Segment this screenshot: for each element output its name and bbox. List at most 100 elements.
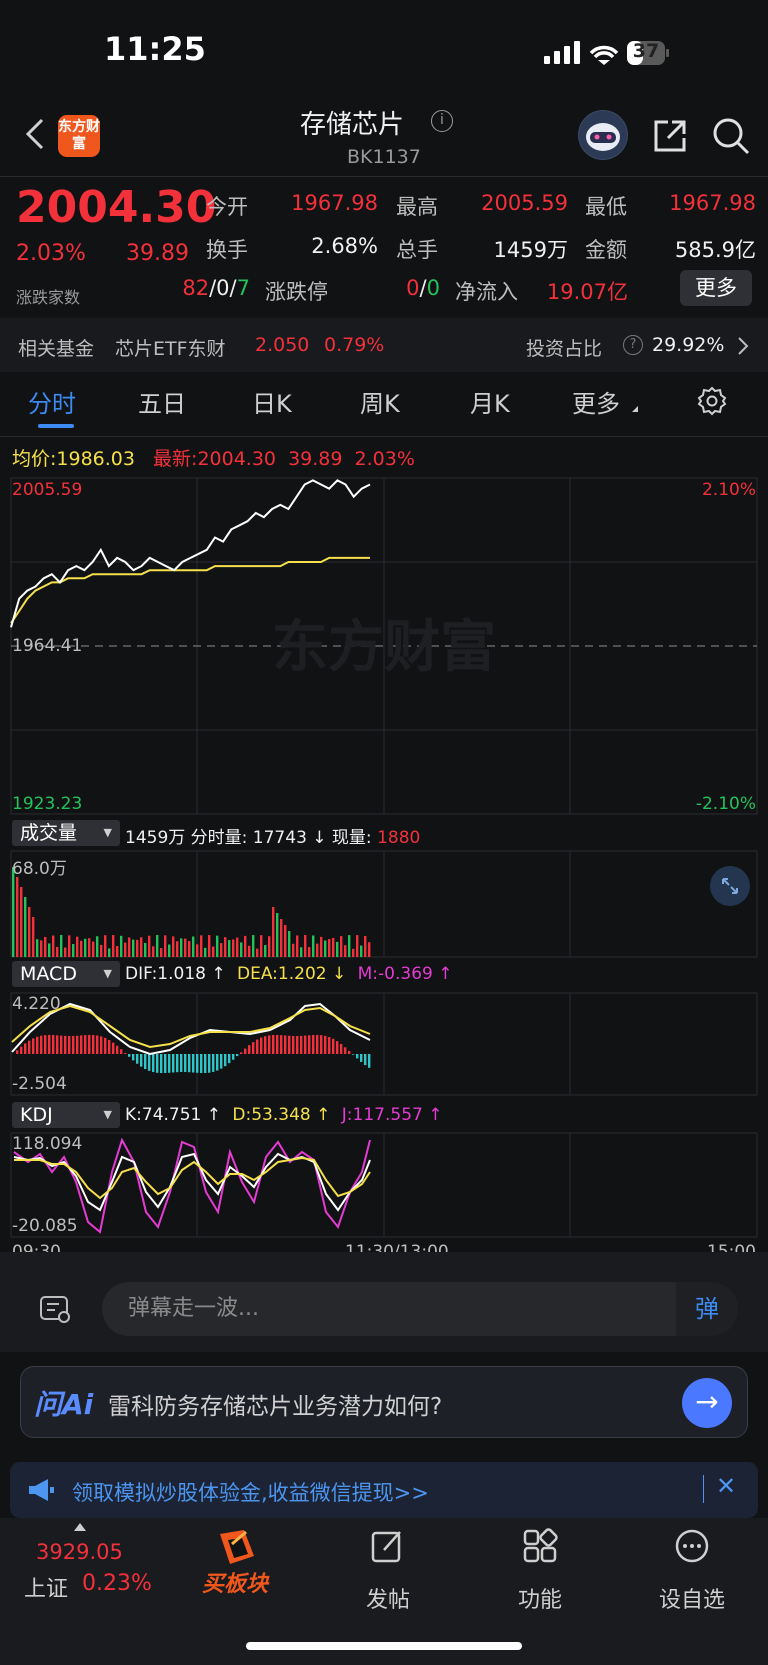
volume-bar <box>272 907 275 957</box>
low-value: 1967.98 <box>669 191 756 215</box>
macd-bar <box>76 1035 79 1054</box>
tab-monthly-k[interactable]: 月K <box>470 384 510 419</box>
share-icon[interactable] <box>650 116 690 156</box>
macd-chart[interactable] <box>0 992 768 1096</box>
macd-bar <box>352 1054 355 1055</box>
y-min-pct-label: -2.10% <box>695 794 756 814</box>
index-value[interactable]: 3929.05 <box>36 1540 123 1564</box>
macd-bar <box>32 1038 35 1054</box>
macd-bar <box>140 1054 143 1067</box>
function-label[interactable]: 功能 <box>518 1582 562 1614</box>
intraday-chart[interactable]: 东方财富 <box>0 476 768 816</box>
ratio-label: 投资占比 <box>526 338 603 360</box>
tab-five-day[interactable]: 五日 <box>138 384 186 419</box>
expand-icon <box>722 878 738 894</box>
danmu-send-button[interactable]: 弹 <box>676 1282 738 1336</box>
grid-icon[interactable] <box>522 1528 558 1564</box>
macd-bar <box>24 1043 27 1054</box>
danmu-input[interactable]: 弹幕走一波... <box>102 1282 708 1336</box>
ai-question[interactable]: 雷科防务存储芯片业务潜力如何? <box>108 1387 442 1421</box>
tab-daily-k[interactable]: 日K <box>252 384 292 419</box>
kdj-chart[interactable] <box>0 1132 768 1238</box>
info-icon[interactable]: i <box>431 110 453 132</box>
back-icon[interactable] <box>18 112 54 156</box>
macd-bar <box>204 1054 207 1074</box>
volume-bar <box>308 947 311 957</box>
volume-bar <box>176 941 179 957</box>
arrow-right-icon[interactable]: → <box>682 1378 732 1428</box>
settings-icon[interactable] <box>697 386 727 416</box>
volume-bar <box>52 935 55 957</box>
price-line <box>10 479 371 628</box>
kdj-k: K:74.751 ↑ <box>125 1105 222 1125</box>
macd-bar <box>44 1035 47 1054</box>
macd-bar <box>348 1050 351 1054</box>
macd-bar <box>164 1054 167 1074</box>
down-count: 7 <box>236 276 250 300</box>
close-icon[interactable]: ✕ <box>716 1472 736 1500</box>
expand-button[interactable] <box>710 866 750 906</box>
kdj-indicator-select[interactable]: KDJ ▼ <box>12 1102 120 1128</box>
index-pct[interactable]: 0.23% <box>82 1571 152 1596</box>
volume-bar <box>264 945 267 957</box>
macd-bar <box>360 1054 363 1062</box>
limit-count: 0/0 <box>406 276 440 300</box>
netflow-label: 净流入 <box>455 280 518 304</box>
post-label[interactable]: 发帖 <box>366 1582 410 1614</box>
macd-bar <box>64 1035 67 1054</box>
volume-bar <box>260 935 263 957</box>
macd-bar <box>328 1037 331 1054</box>
volume-bar <box>288 931 291 957</box>
help-icon[interactable]: ? <box>623 335 643 355</box>
buy-board-icon[interactable] <box>214 1526 260 1570</box>
volume-bar <box>188 941 191 957</box>
macd-bar <box>160 1054 163 1074</box>
more-dots-icon[interactable] <box>674 1528 710 1564</box>
volume-bar <box>352 948 355 957</box>
macd-indicator-select[interactable]: MACD ▼ <box>12 961 120 987</box>
status-time: 11:25 <box>104 30 206 68</box>
robot-assistant-icon[interactable] <box>578 110 628 160</box>
dropdown-icon <box>632 406 638 412</box>
volume-bar <box>236 937 239 957</box>
volume-current: 1880 <box>377 828 421 848</box>
macd-bar <box>364 1054 367 1066</box>
macd-bar <box>36 1036 39 1054</box>
more-button[interactable]: 更多 <box>680 270 752 306</box>
post-icon[interactable] <box>370 1528 406 1564</box>
tab-intraday[interactable]: 分时 <box>28 384 76 419</box>
avg-price-line <box>10 556 370 624</box>
buy-board-label[interactable]: 买板块 <box>202 1566 268 1598</box>
change-percent: 2.03% <box>16 241 86 266</box>
volume-bar <box>136 939 139 957</box>
avg-value: 1986.03 <box>56 448 135 470</box>
danmu-settings-icon[interactable] <box>38 1292 72 1326</box>
macd-bar <box>132 1054 135 1061</box>
volume-indicator-select[interactable]: 成交量 ▼ <box>12 820 120 846</box>
macd-bar <box>112 1042 115 1054</box>
volume-bar <box>368 942 371 957</box>
volume-bar <box>204 947 207 957</box>
macd-bar <box>276 1034 279 1054</box>
macd-max-label: 4.220 <box>12 994 61 1014</box>
promo-text[interactable]: 领取模拟炒股体验金,收益微信提现>> <box>72 1477 429 1507</box>
volume-chart[interactable] <box>0 850 768 958</box>
amount-value: 585.9亿 <box>674 238 756 262</box>
tab-more[interactable]: 更多 <box>572 384 620 419</box>
add-watchlist-label[interactable]: 设自选 <box>659 1582 725 1614</box>
volume-bar <box>196 944 199 957</box>
chart-legend: 均价:1986.03 最新:2004.30 39.89 2.03% <box>12 444 415 471</box>
macd-dif: DIF:1.018 ↑ <box>125 964 226 984</box>
index-name[interactable]: 上证 <box>24 1571 68 1603</box>
volume-bar <box>48 943 51 957</box>
tab-weekly-k[interactable]: 周K <box>360 384 400 419</box>
volume-bar <box>348 935 351 957</box>
macd-bar <box>216 1054 219 1071</box>
volume-info: 1459万 分时量: 17743 ↓ 现量: 1880 <box>125 823 420 848</box>
macd-bar <box>136 1054 139 1064</box>
macd-m: M:-0.369 ↑ <box>357 964 453 984</box>
volume-bar <box>232 939 235 957</box>
kdj-j: J:117.557 ↑ <box>341 1105 443 1125</box>
search-icon[interactable] <box>711 116 751 156</box>
macd-bar <box>288 1035 291 1054</box>
